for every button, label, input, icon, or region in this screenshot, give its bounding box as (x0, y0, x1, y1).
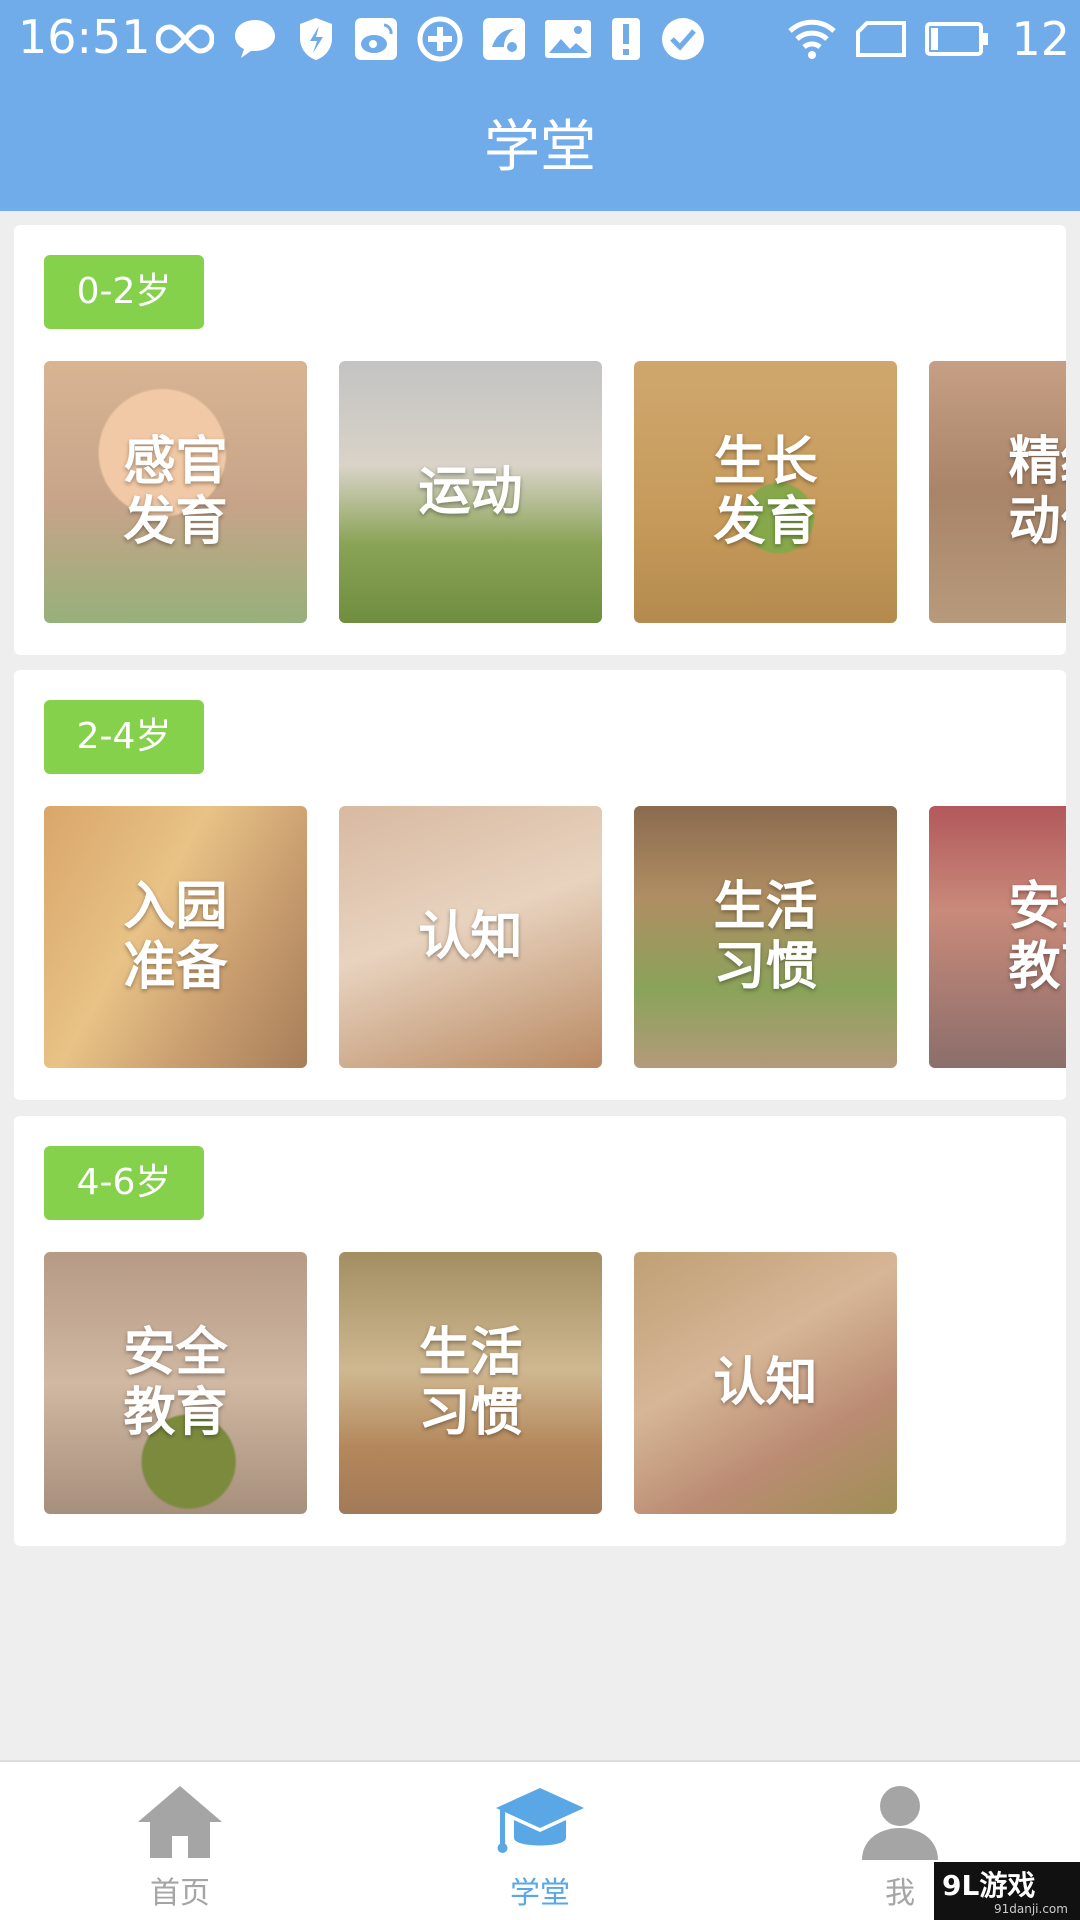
course-card[interactable]: 认知 (339, 806, 602, 1068)
bottom-tab-bar: 首页 学堂 我 (0, 1760, 1080, 1920)
card-label: 生长 发育 (713, 432, 818, 552)
app-header: 16:51 12 学堂 (0, 0, 1080, 211)
tab-label: 学堂 (510, 1876, 570, 1911)
image-icon (545, 20, 591, 58)
shield-lightning-icon (300, 18, 332, 60)
course-card[interactable]: 生活 习惯 (339, 1252, 602, 1514)
battery-icon (925, 22, 989, 56)
age-badge: 2-4岁 (44, 700, 204, 774)
age-section-2-4: 2-4岁 入园 准备 认知 生活 习惯 安全 教育 (14, 670, 1066, 1100)
card-label: 运动 (418, 462, 523, 522)
status-bar: 16:51 12 (0, 0, 1080, 78)
card-label: 认知 (418, 907, 523, 967)
wifi-icon (788, 19, 837, 59)
course-card[interactable]: 入园 准备 (44, 806, 307, 1068)
watermark-sub: 91danji.com (994, 1902, 1068, 1916)
chat-bubble-icon (235, 20, 275, 58)
home-icon (138, 1786, 222, 1858)
watermark-main: 9L游戏 (942, 1869, 1036, 1902)
card-row[interactable]: 安全 教育 生活 习惯 认知 (44, 1252, 1066, 1516)
alert-icon (612, 18, 640, 60)
course-card[interactable]: 认知 (634, 1252, 897, 1514)
card-label: 感官 发育 (123, 432, 228, 552)
course-card[interactable]: 精细 动作 (929, 361, 1066, 623)
card-label: 安全 教育 (123, 1323, 228, 1443)
course-card[interactable]: 安全 教育 (44, 1252, 307, 1514)
tab-home[interactable]: 首页 (0, 1762, 360, 1920)
battery-level-text: 12 (1011, 12, 1070, 66)
course-card[interactable]: 生活 习惯 (634, 806, 897, 1068)
age-badge: 4-6岁 (44, 1146, 204, 1220)
sim-card-icon (856, 21, 907, 57)
age-section-4-6: 4-6岁 安全 教育 生活 习惯 认知 (14, 1116, 1066, 1546)
course-card[interactable]: 生长 发育 (634, 361, 897, 623)
sync-plus-icon (417, 16, 463, 62)
card-label: 入园 准备 (123, 877, 228, 997)
watermark-logo: 9L游戏 91danji.com (934, 1862, 1080, 1920)
tab-xuetang[interactable]: 学堂 (360, 1762, 720, 1920)
notification-icons (156, 12, 706, 66)
person-icon (862, 1786, 938, 1860)
card-label: 精细 动作 (1008, 432, 1066, 552)
course-card[interactable]: 感官 发育 (44, 361, 307, 623)
weibo-icon (355, 18, 397, 60)
system-status-icons: 12 (787, 8, 1070, 70)
page-title: 学堂 (484, 115, 596, 180)
age-badge: 0-2岁 (44, 255, 204, 329)
infinity-icon (156, 24, 214, 54)
course-card[interactable]: 安全 教育 (929, 806, 1066, 1068)
card-label: 生活 习惯 (713, 877, 818, 997)
card-row[interactable]: 感官 发育 运动 生长 发育 精细 动作 (44, 361, 1066, 625)
card-label: 认知 (713, 1353, 818, 1413)
status-time: 16:51 (18, 10, 151, 64)
card-label: 生活 习惯 (418, 1323, 523, 1443)
course-card[interactable]: 运动 (339, 361, 602, 623)
graduation-cap-icon (496, 1788, 584, 1853)
tab-label: 首页 (150, 1876, 210, 1911)
uc-browser-icon (483, 18, 525, 60)
card-label: 安全 教育 (1008, 877, 1066, 997)
card-row[interactable]: 入园 准备 认知 生活 习惯 安全 教育 (44, 806, 1066, 1070)
age-section-0-2: 0-2岁 感官 发育 运动 生长 发育 精细 动作 (14, 225, 1066, 655)
checkmark-circle-icon (662, 18, 704, 60)
